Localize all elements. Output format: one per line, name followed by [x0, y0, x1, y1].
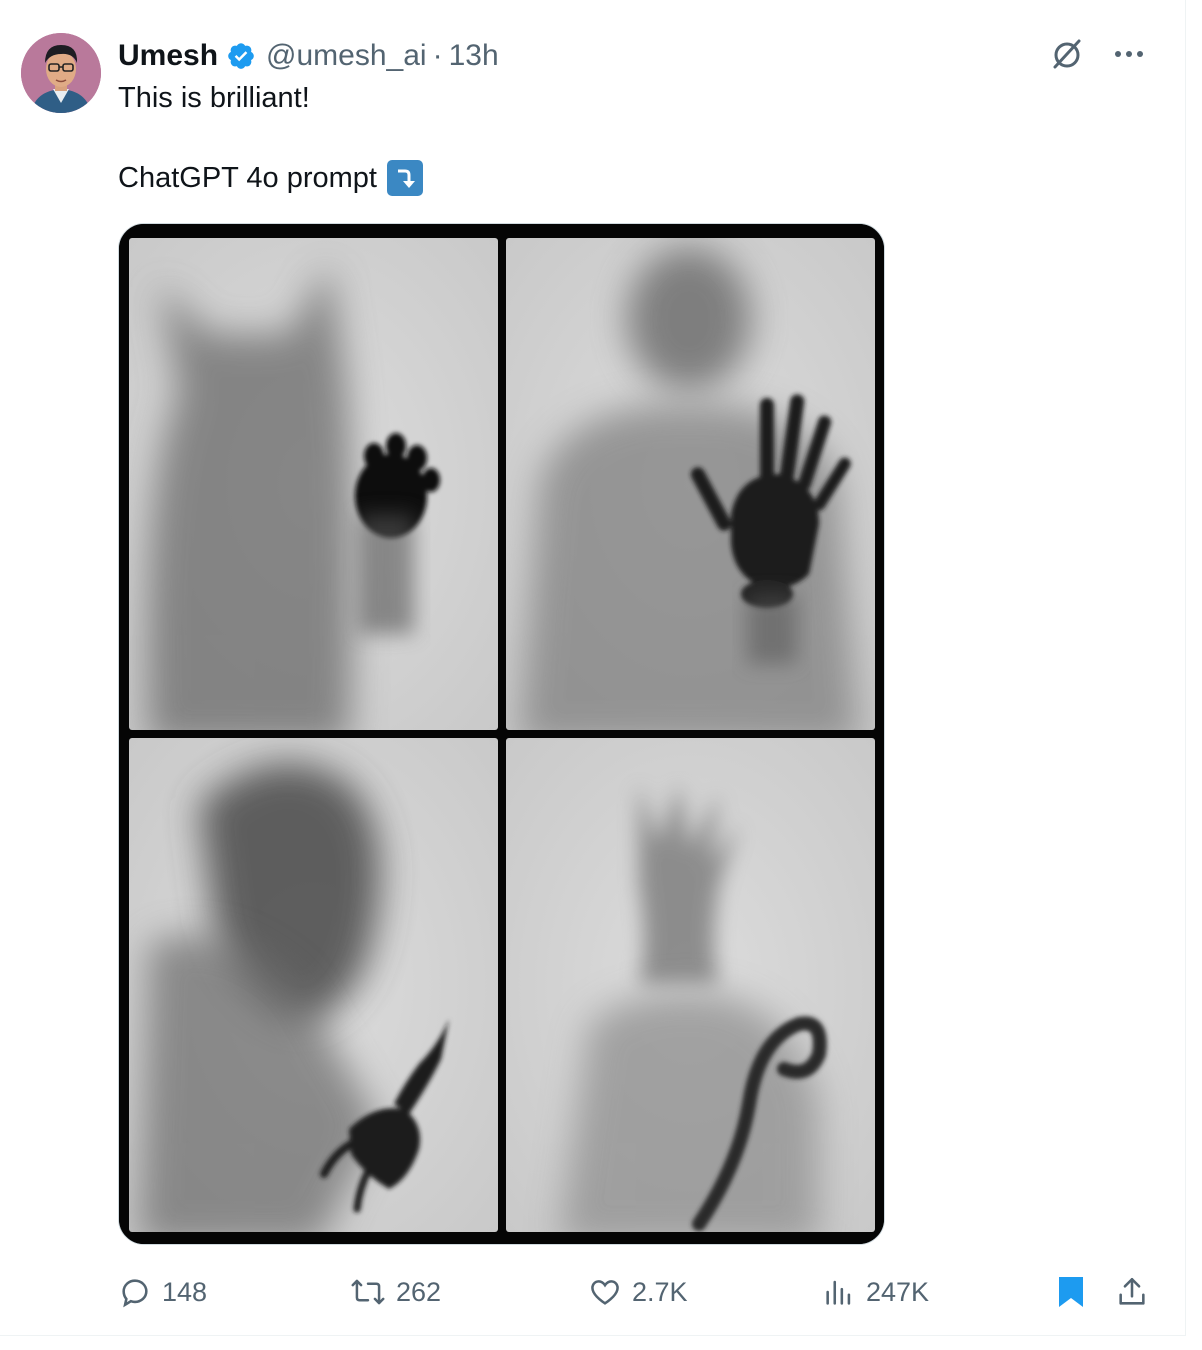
reply-icon: [122, 1279, 148, 1308]
like-button[interactable]: 2.7K: [588, 1270, 688, 1314]
reply-count: 148: [162, 1276, 208, 1307]
repost-count: 262: [396, 1276, 442, 1307]
heart-icon: [591, 1280, 619, 1305]
author-handle[interactable]: @umesh_ai: [266, 39, 427, 73]
tweet-text-prompt: ChatGPT 4o prompt: [118, 162, 377, 194]
bookmark-icon: [1059, 1277, 1083, 1307]
grok-icon[interactable]: [1047, 34, 1087, 74]
reply-button[interactable]: 148: [118, 1270, 207, 1314]
separator-dot: ·: [432, 39, 443, 72]
tweet-text-line-2: ChatGPT 4o prompt: [118, 160, 423, 196]
media-illustration: [119, 224, 884, 1244]
arrow-curving-down-emoji-icon: [386, 160, 423, 196]
author-name[interactable]: Umesh: [118, 39, 218, 73]
panel-tail: [506, 738, 875, 1232]
more-options-icon[interactable]: [1109, 34, 1149, 74]
avatar[interactable]: [21, 33, 101, 113]
panel-cat: [129, 238, 498, 730]
tweet-header: Umesh @umesh_ai · 13h: [118, 36, 499, 76]
share-icon: [1119, 1277, 1145, 1305]
verified-badge-icon[interactable]: [226, 41, 256, 71]
tweet-media-image[interactable]: [118, 223, 885, 1245]
panel-robot: [506, 238, 875, 730]
share-button[interactable]: [1115, 1270, 1159, 1314]
like-count: 2.7K: [632, 1276, 688, 1307]
repost-icon: [351, 1279, 385, 1305]
repost-button[interactable]: 262: [350, 1270, 441, 1314]
views-count: 247K: [866, 1276, 930, 1307]
tweet-actions-bar: 148 262 2.7K 247K: [118, 1270, 1158, 1314]
avatar-image: [21, 33, 101, 113]
views-chart-icon: [826, 1280, 851, 1305]
panel-alien: [129, 738, 498, 1232]
views-button[interactable]: 247K: [822, 1270, 929, 1314]
timestamp[interactable]: 13h: [449, 39, 499, 73]
tweet-top-actions: [1047, 34, 1149, 74]
tweet-card[interactable]: Umesh @umesh_ai · 13h This is brilliant!…: [0, 0, 1186, 1336]
bookmark-button[interactable]: [1055, 1270, 1097, 1314]
tweet-text-line-1: This is brilliant!: [118, 82, 310, 114]
